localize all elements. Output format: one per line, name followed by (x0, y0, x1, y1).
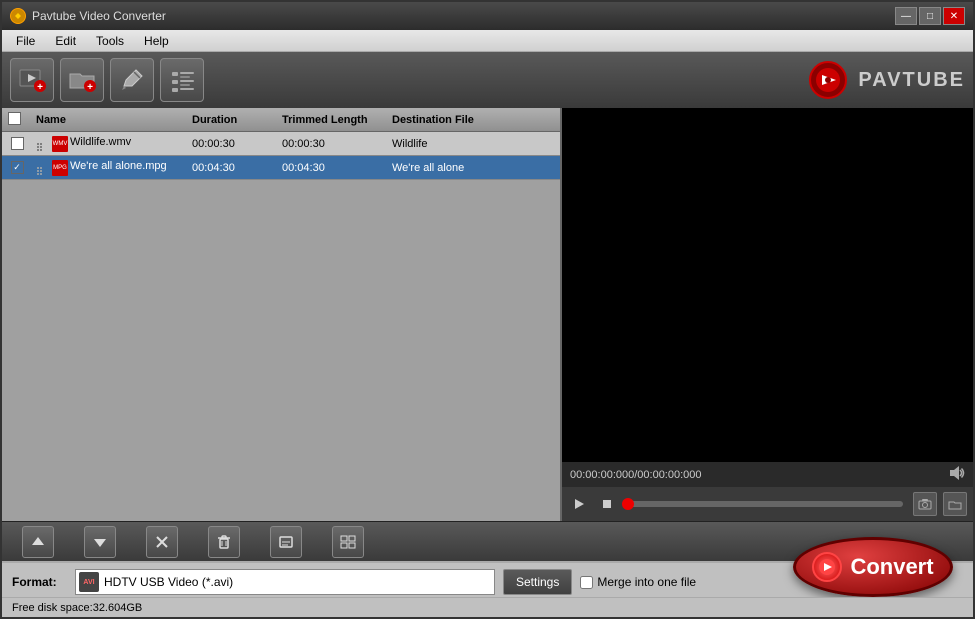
window-controls: — □ ✕ (895, 7, 965, 25)
file-list-pane: Name Duration Trimmed Length Destination… (2, 108, 562, 521)
format-label: Format: (12, 575, 67, 589)
timecode-text: 00:00:00:000/00:00:00:000 (570, 469, 702, 481)
play-button[interactable] (568, 493, 590, 515)
main-content: Name Duration Trimmed Length Destination… (2, 108, 973, 521)
file-list-body: WMVWildlife.wmv 00:00:30 00:00:30 Wildli… (2, 132, 560, 521)
format-select-icon: AVI (79, 572, 99, 592)
pavtube-logo: PAVTUBE (808, 60, 965, 100)
format-select-wrapper: AVI HDTV USB Video (*.avi) (75, 569, 495, 595)
status-text: Free disk space:32.604GB (12, 602, 142, 614)
settings-button[interactable]: Settings (503, 569, 572, 595)
edit-button[interactable] (110, 58, 154, 102)
video-timecode: 00:00:00:000/00:00:00:000 (562, 462, 973, 487)
file-type-icon-1: WMV (52, 136, 68, 152)
add-video-button[interactable]: + (10, 58, 54, 102)
header-trimmed: Trimmed Length (282, 114, 392, 126)
subtitle-button[interactable] (270, 526, 302, 558)
title-text: Pavtube Video Converter (32, 9, 166, 23)
title-bar-left: Pavtube Video Converter (10, 8, 166, 24)
convert-button-icon (812, 552, 842, 582)
progress-bar[interactable] (628, 501, 903, 507)
format-select[interactable]: HDTV USB Video (*.avi) (75, 569, 495, 595)
table-row[interactable]: WMVWildlife.wmv 00:00:30 00:00:30 Wildli… (2, 132, 560, 156)
merge-label-text: Merge into one file (597, 575, 696, 589)
file-list-header: Name Duration Trimmed Length Destination… (2, 108, 560, 132)
add-folder-button[interactable]: + (60, 58, 104, 102)
header-name: Name (32, 114, 192, 126)
status-bar: Free disk space:32.604GB (2, 597, 973, 617)
menu-bar: File Edit Tools Help (2, 30, 973, 52)
row-icon-1 (32, 137, 52, 151)
checkbox-1[interactable] (11, 137, 24, 150)
menu-tools[interactable]: Tools (86, 32, 134, 50)
app-icon (10, 8, 26, 24)
drag-handle-2 (37, 167, 45, 175)
svg-text:+: + (37, 82, 43, 93)
menu-file[interactable]: File (6, 32, 45, 50)
row-trimmed-1: 00:00:30 (282, 138, 392, 150)
select-all-checkbox[interactable] (8, 112, 21, 125)
folder-button[interactable] (943, 492, 967, 516)
convert-button[interactable]: Convert (793, 537, 953, 597)
merge-video-button[interactable] (332, 526, 364, 558)
row-name-1: WMVWildlife.wmv (52, 136, 192, 152)
header-duration: Duration (192, 114, 282, 126)
maximize-button[interactable]: □ (919, 7, 941, 25)
menu-edit[interactable]: Edit (45, 32, 86, 50)
progress-thumb[interactable] (622, 498, 634, 510)
row-duration-2: 00:04:30 (192, 162, 282, 174)
pavtube-logo-text: PAVTUBE (858, 69, 965, 92)
row-trimmed-2: 00:04:30 (282, 162, 392, 174)
toolbar: + + (2, 52, 973, 108)
row-dest-1: Wildlife (392, 138, 560, 150)
move-down-button[interactable] (84, 526, 116, 558)
row-checkbox-2[interactable]: ✓ (2, 161, 32, 174)
menu-help[interactable]: Help (134, 32, 179, 50)
volume-icon[interactable] (947, 464, 965, 485)
row-duration-1: 00:00:30 (192, 138, 282, 150)
drag-handle-1 (37, 143, 45, 151)
pavtube-logo-icon (808, 60, 848, 100)
snapshot-button[interactable] (913, 492, 937, 516)
video-pane: 00:00:00:000/00:00:00:000 (562, 108, 973, 521)
header-check[interactable] (2, 112, 32, 128)
row-checkbox-1[interactable] (2, 137, 32, 150)
header-destination: Destination File (392, 114, 560, 126)
delete-button[interactable] (208, 526, 240, 558)
move-up-button[interactable] (22, 526, 54, 558)
list-button[interactable] (160, 58, 204, 102)
row-icon-2 (32, 161, 52, 175)
convert-button-label: Convert (850, 554, 933, 580)
merge-checkbox[interactable] (580, 576, 593, 589)
title-bar: Pavtube Video Converter — □ ✕ (2, 2, 973, 30)
video-preview (562, 108, 973, 462)
svg-text:+: + (87, 82, 93, 93)
checkbox-2[interactable]: ✓ (11, 161, 24, 174)
row-name-2: MPGWe're all alone.mpg (52, 160, 192, 176)
stop-button[interactable] (596, 493, 618, 515)
video-controls (562, 487, 973, 521)
app-window: Pavtube Video Converter — □ ✕ File Edit … (0, 0, 975, 619)
table-row[interactable]: ✓ MPGWe're all alone.mpg 00:04:30 00:04:… (2, 156, 560, 180)
close-button[interactable]: ✕ (943, 7, 965, 25)
row-dest-2: We're all alone (392, 162, 560, 174)
remove-button[interactable] (146, 526, 178, 558)
toolbar-buttons: + + (10, 58, 204, 102)
merge-label[interactable]: Merge into one file (580, 575, 696, 589)
file-type-icon-2: MPG (52, 160, 68, 176)
minimize-button[interactable]: — (895, 7, 917, 25)
